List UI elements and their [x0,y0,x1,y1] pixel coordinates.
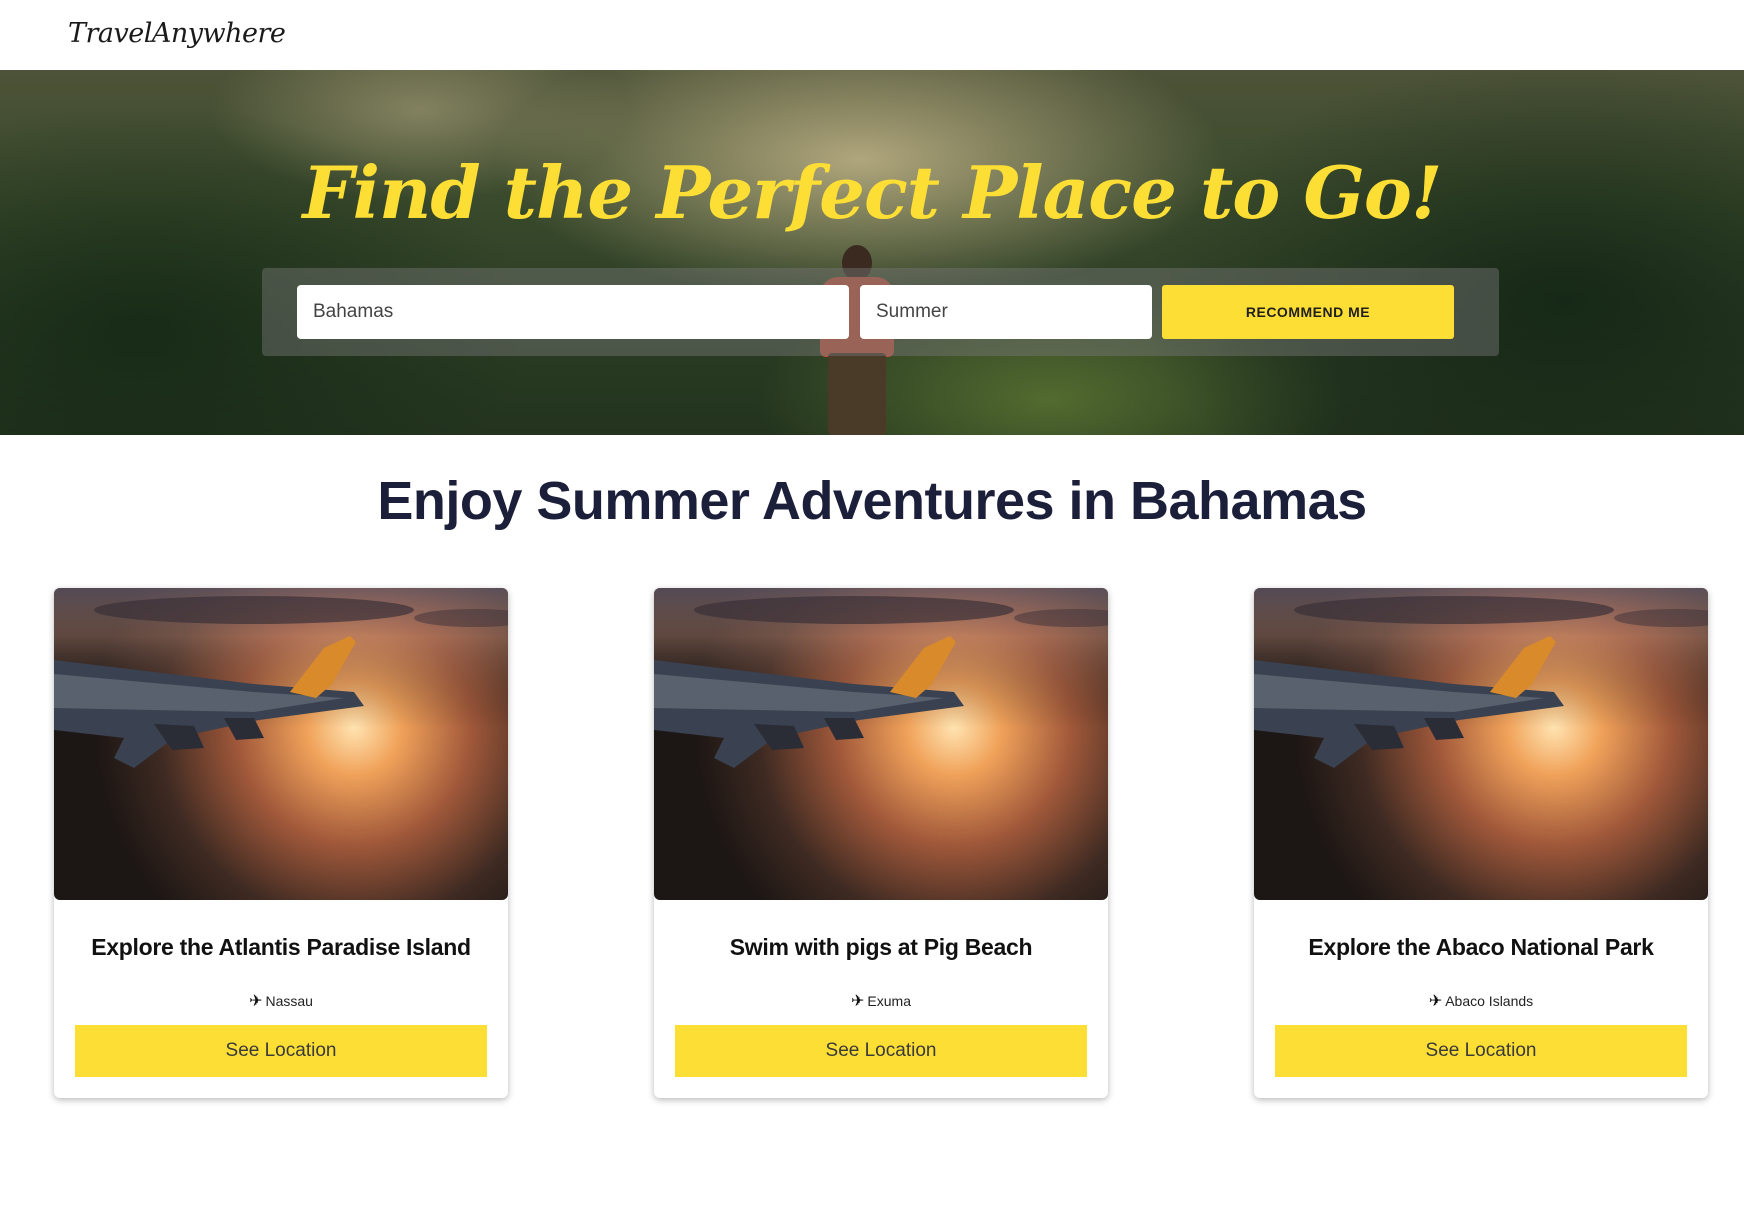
card-title: Swim with pigs at Pig Beach [729,934,1033,960]
card-location: ✈ Exuma [654,991,1108,1010]
card-location: ✈ Abaco Islands [1254,991,1708,1010]
see-location-button[interactable]: See Location [75,1025,487,1077]
card-image-airplane-sunset [54,588,508,900]
airplane-icon: ✈ [249,991,263,1010]
hero-banner: Find the Perfect Place to Go! RECOMMEND … [0,70,1744,435]
card-location: ✈ Nassau [54,991,508,1010]
site-logo[interactable]: TravelAnywhere [68,18,286,49]
card-image-airplane-sunset [654,588,1108,900]
card-location-text: Exuma [867,993,911,1009]
hero-title: Find the Perfect Place to Go! [302,150,1443,235]
section-heading: Enjoy Summer Adventures in Bahamas [377,471,1367,531]
see-location-button[interactable]: See Location [675,1025,1087,1077]
destination-card: Explore the Abaco National Park ✈ Abaco I… [1254,588,1708,1098]
airplane-icon: ✈ [851,991,865,1010]
top-navbar: TravelAnywhere [0,0,1744,70]
hero-background-forest-right [1044,70,1744,435]
card-location-text: Abaco Islands [1445,993,1534,1009]
card-image-airplane-sunset [1254,588,1708,900]
destination-card: Swim with pigs at Pig Beach ✈ Exuma See L… [654,588,1108,1098]
season-input[interactable] [860,285,1152,339]
destination-card: Explore the Atlantis Paradise Island ✈ Na… [54,588,508,1098]
card-title: Explore the Atlantis Paradise Island [91,934,471,960]
hero-background-forest-left [0,70,620,435]
destination-input[interactable] [297,285,849,339]
search-panel: RECOMMEND ME [262,268,1499,356]
card-location-text: Nassau [265,993,313,1009]
see-location-button[interactable]: See Location [1275,1025,1687,1077]
recommend-me-button[interactable]: RECOMMEND ME [1162,285,1454,339]
airplane-icon: ✈ [1428,991,1443,1010]
card-title: Explore the Abaco National Park [1308,934,1654,960]
